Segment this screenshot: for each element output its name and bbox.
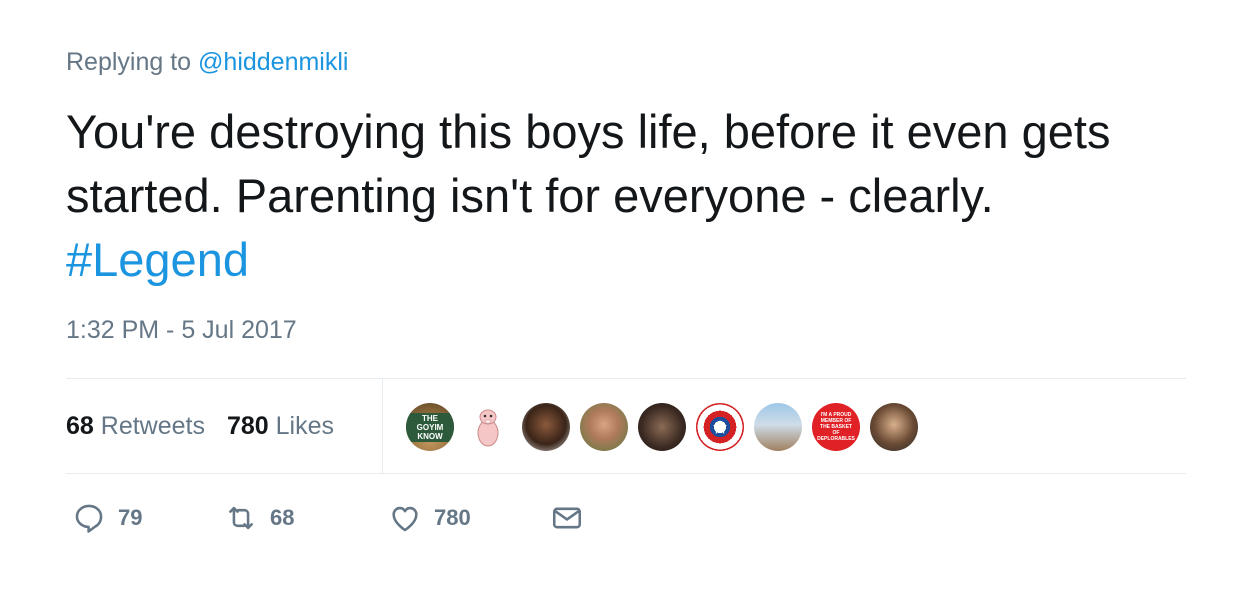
envelope-icon <box>552 507 582 529</box>
replying-to-label: Replying to <box>66 48 192 76</box>
tweet-stats: 68 Retweets 780 Likes THE GOYIM KNOW I'M <box>66 378 1186 474</box>
tweet-timestamp[interactable]: 1:32 PM - 5 Jul 2017 <box>66 316 297 345</box>
retweets-stat[interactable]: 68 Retweets <box>66 412 205 441</box>
liker-avatars: THE GOYIM KNOW I'M A PROUD MEMBER OF THE… <box>406 403 928 451</box>
direct-message-button[interactable] <box>550 501 596 535</box>
likes-label: Likes <box>275 411 335 440</box>
tweet-text: You're destroying this boys life, before… <box>66 100 1186 292</box>
star-icon <box>713 420 727 434</box>
like-count: 780 <box>434 505 471 530</box>
avatar[interactable]: I'M A PROUD MEMBER OF THE BASKET OF DEPL… <box>812 403 860 451</box>
hashtag-link[interactable]: #Legend <box>66 233 249 286</box>
reply-button[interactable]: 79 <box>72 501 224 535</box>
retweet-button[interactable]: 68 <box>224 501 388 535</box>
likes-stat[interactable]: 780 Likes <box>227 412 334 441</box>
heart-icon <box>392 506 418 532</box>
reply-count: 79 <box>118 505 143 530</box>
reply-handle-link[interactable]: @hiddenmikli <box>198 48 348 76</box>
likes-count: 780 <box>226 411 269 440</box>
avatar[interactable] <box>754 403 802 451</box>
tweet-body: You're destroying this boys life, before… <box>66 105 1111 222</box>
avatar[interactable] <box>464 403 512 451</box>
retweet-icon <box>229 506 253 530</box>
avatar[interactable] <box>638 403 686 451</box>
avatar[interactable]: THE GOYIM KNOW <box>406 403 454 451</box>
avatar[interactable] <box>696 403 744 451</box>
avatar[interactable] <box>870 403 918 451</box>
retweet-count: 68 <box>270 505 295 530</box>
like-button[interactable]: 780 <box>388 501 550 535</box>
cartoon-mole-rat-icon <box>477 409 499 447</box>
reply-icon <box>75 504 103 533</box>
tweet-actions: 79 68 780 <box>66 500 596 536</box>
replying-to: Replying to @hiddenmikli <box>66 48 348 77</box>
avatar[interactable] <box>522 403 570 451</box>
avatar[interactable] <box>580 403 628 451</box>
retweets-label: Retweets <box>100 411 205 440</box>
stat-counts: 68 Retweets 780 Likes <box>66 379 383 473</box>
retweets-count: 68 <box>66 411 94 440</box>
